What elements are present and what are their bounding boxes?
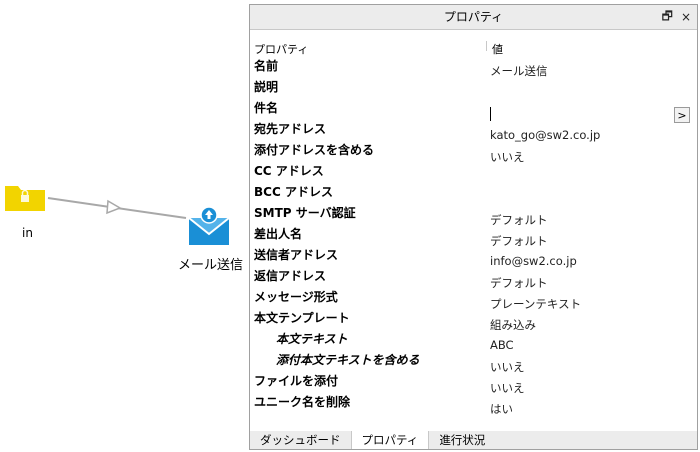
mail-send-node-icon[interactable] — [188, 206, 230, 246]
prop-key: メッセージ形式 — [254, 290, 338, 304]
panel-title: プロパティ — [250, 5, 697, 30]
restore-icon[interactable]: 🗗 — [662, 7, 673, 28]
panel-tabs: ダッシュボード プロパティ 進行状況 — [250, 431, 697, 449]
prop-key: 本文テキスト — [276, 332, 348, 346]
column-divider[interactable] — [486, 41, 487, 51]
prop-row-sender-name[interactable]: 差出人名 デフォルト — [250, 225, 697, 248]
header-property: プロパティ — [254, 43, 309, 56]
prop-row-smtp-auth[interactable]: SMTP サーバ認証 デフォルト — [250, 204, 697, 227]
prop-value[interactable]: はい — [490, 401, 513, 417]
prop-value[interactable]: info@sw2.co.jp — [490, 254, 577, 268]
close-icon[interactable]: × — [681, 10, 691, 24]
prop-key: 添付アドレスを含める — [254, 143, 375, 157]
tab-properties[interactable]: プロパティ — [350, 431, 430, 449]
prop-key: 返信アドレス — [254, 269, 327, 283]
prop-key: ファイルを添付 — [254, 374, 339, 388]
tab-progress[interactable]: 進行状況 — [429, 431, 495, 449]
prop-key: 件名 — [254, 101, 279, 115]
prop-row-description[interactable]: 説明 — [250, 78, 697, 98]
prop-row-reply-address[interactable]: 返信アドレス デフォルト — [250, 267, 697, 290]
prop-row-attach-file[interactable]: ファイルを添付 いいえ — [250, 372, 697, 395]
prop-key: 本文テンプレート — [254, 311, 350, 325]
prop-row-cc[interactable]: CC アドレス — [250, 162, 697, 182]
prop-key: SMTP サーバ認証 — [254, 206, 356, 220]
prop-value[interactable]: kato_go@sw2.co.jp — [490, 128, 600, 142]
node-label-in: in — [22, 226, 33, 240]
prop-row-include-attach[interactable]: 添付アドレスを含める いいえ — [250, 141, 697, 164]
properties-panel: プロパティ 🗗 × プロパティ 値 名前 メール送信 説明 件名 > 宛先アドレ… — [249, 4, 698, 450]
prop-key: 送信者アドレス — [254, 248, 339, 262]
prop-row-include-body-attach[interactable]: 添付本文テキストを含める いいえ — [250, 351, 697, 374]
prop-key: 添付本文テキストを含める — [276, 353, 420, 367]
prop-value[interactable]: メール送信 — [490, 63, 548, 79]
tab-dashboard[interactable]: ダッシュボード — [250, 431, 351, 449]
prop-row-name[interactable]: 名前 メール送信 — [250, 57, 697, 79]
prop-row-body-text[interactable]: 本文テキスト ABC — [250, 330, 697, 352]
header-value: 値 — [492, 43, 503, 56]
prop-value[interactable]: ABC — [490, 338, 514, 352]
text-caret — [490, 107, 491, 121]
prop-row-sender-address[interactable]: 送信者アドレス info@sw2.co.jp — [250, 246, 697, 268]
prop-key: ユニーク名を削除 — [254, 395, 351, 409]
prop-row-to-address[interactable]: 宛先アドレス kato_go@sw2.co.jp — [250, 120, 697, 142]
prop-key: 差出人名 — [254, 227, 303, 241]
prop-row-subject[interactable]: 件名 > — [250, 99, 697, 123]
prop-key: 宛先アドレス — [254, 122, 327, 136]
prop-row-remove-unique-name[interactable]: ユニーク名を削除 はい — [250, 393, 697, 416]
prop-key: 名前 — [254, 59, 279, 73]
prop-row-message-format[interactable]: メッセージ形式 プレーンテキスト — [250, 288, 697, 311]
node-label-mail: メール送信 — [178, 258, 244, 273]
prop-row-body-template[interactable]: 本文テンプレート 組み込み — [250, 309, 697, 332]
prop-key: BCC アドレス — [254, 185, 333, 199]
prop-key: CC アドレス — [254, 164, 324, 178]
workflow-canvas[interactable]: in メール送信 — [0, 0, 250, 452]
prop-key: 説明 — [254, 80, 279, 94]
grid-header: プロパティ 値 — [250, 35, 697, 56]
prop-row-bcc[interactable]: BCC アドレス — [250, 183, 697, 203]
property-grid: プロパティ 値 名前 メール送信 説明 件名 > 宛先アドレス kato_go@… — [250, 33, 697, 432]
connector-arrow[interactable] — [46, 186, 191, 226]
folder-node-icon[interactable] — [4, 182, 46, 212]
